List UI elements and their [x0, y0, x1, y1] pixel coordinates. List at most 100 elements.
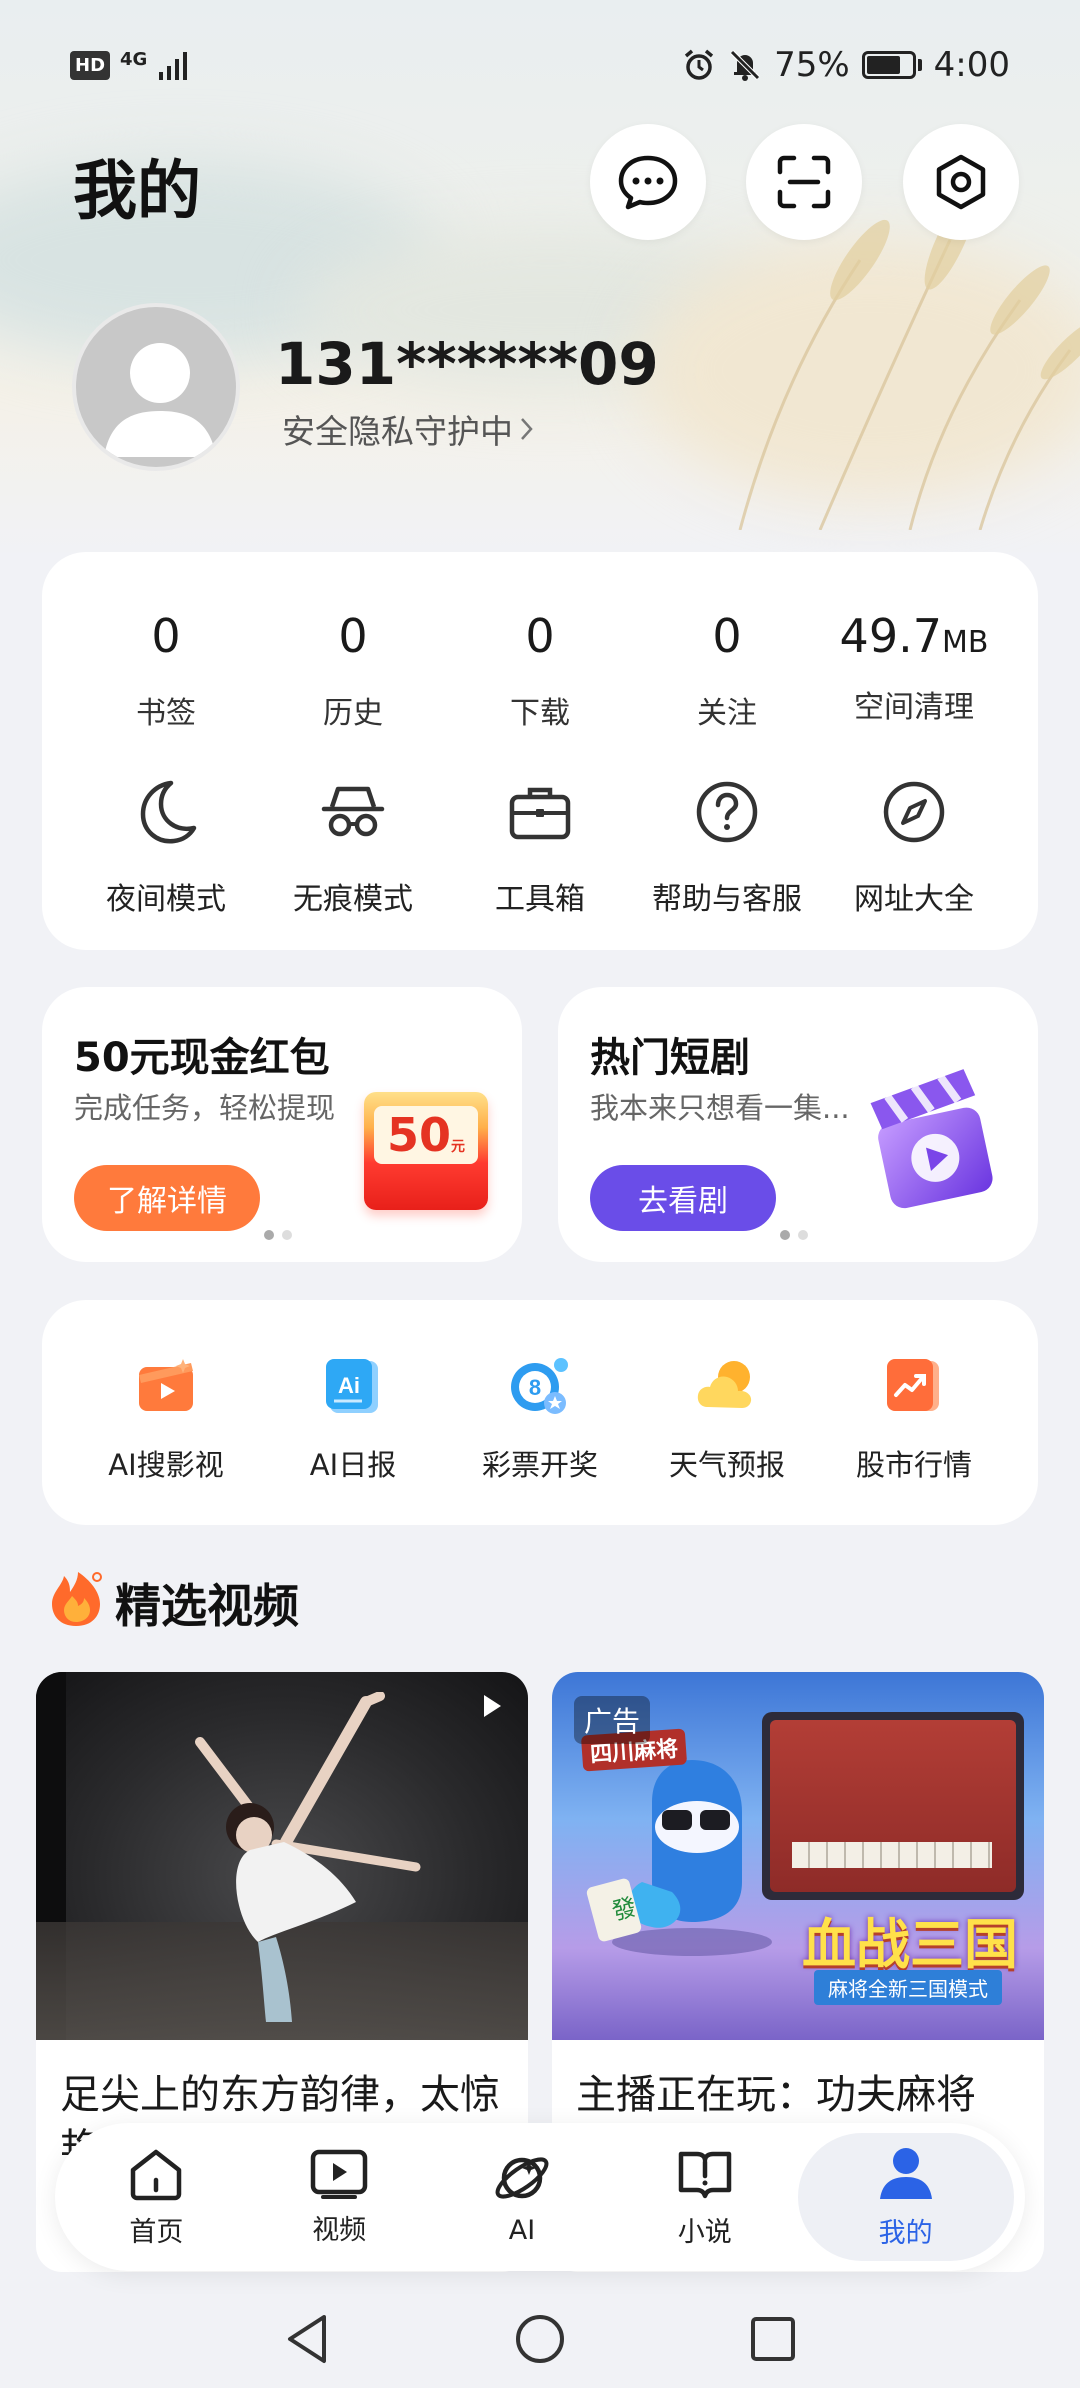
service-label: 天气预报: [668, 1448, 785, 1482]
game-subtitle: 麻将全新三国模式: [814, 1970, 1002, 2005]
stat-bookmarks[interactable]: 0 书签: [76, 604, 256, 732]
learn-more-button[interactable]: 了解详情: [74, 1165, 260, 1231]
lottery-icon: 8: [511, 1358, 568, 1414]
promo-cash-red-packet[interactable]: 50元现金红包 完成任务，轻松提现 了解详情 50 元: [42, 987, 522, 1262]
stat-label: 历史: [323, 696, 383, 731]
compass-icon: [883, 781, 945, 843]
clock: 4:00: [933, 45, 1010, 85]
promo-title: 热门短剧: [590, 1035, 750, 1081]
service-ai-daily[interactable]: Ai AI日报: [258, 1352, 448, 1484]
battery-icon: [861, 51, 922, 79]
system-nav-bar: [0, 2290, 1080, 2388]
stat-downloads[interactable]: 0 下载: [450, 604, 630, 732]
ai-planet-icon: [495, 2156, 549, 2199]
stat-value: 0: [151, 609, 181, 663]
nav-profile[interactable]: 我的: [797, 2133, 1014, 2261]
messages-button[interactable]: [590, 124, 706, 240]
nav-label: 首页: [129, 2216, 184, 2248]
tool-label: 帮助与客服: [652, 882, 802, 917]
tool-label: 网址大全: [854, 882, 974, 917]
stat-label: 关注: [697, 696, 757, 731]
recents-icon[interactable]: [748, 2314, 798, 2364]
battery-percent: 75%: [774, 45, 850, 85]
incognito-icon: [321, 786, 385, 837]
ad-badge: 广告: [574, 1696, 651, 1744]
profile-icon: [879, 2147, 932, 2199]
video-thumbnail: [36, 1672, 528, 2040]
stat-unit: MB: [941, 625, 989, 660]
moon-icon: [140, 780, 197, 844]
toolbox-icon: [509, 787, 571, 840]
scan-icon: [777, 155, 831, 209]
promo-subtitle: 我本来只想看一集...: [590, 1091, 850, 1125]
tool-night-mode[interactable]: 夜间模式: [71, 772, 261, 918]
ai-daily-icon: Ai: [326, 1359, 378, 1413]
promo-short-drama[interactable]: 热门短剧 我本来只想看一集... 去看剧: [558, 987, 1038, 1262]
service-label: AI日报: [309, 1448, 397, 1482]
red-packet-illustration: 50 元: [364, 1092, 488, 1210]
service-ai-video-search[interactable]: AI搜影视: [71, 1352, 261, 1484]
nav-label: AI: [508, 2214, 536, 2246]
services-card: AI搜影视 Ai AI日报 8 彩票开奖 天气预报 股市行情: [42, 1300, 1038, 1525]
video-icon: [310, 2149, 368, 2199]
stat-value: 0: [525, 609, 555, 663]
fire-icon: [52, 1572, 102, 1626]
tool-label: 无痕模式: [293, 882, 413, 917]
svg-text:8: 8: [529, 1375, 541, 1400]
play-icon: [484, 1695, 501, 1717]
help-icon: [696, 781, 758, 843]
stat-following[interactable]: 0 关注: [637, 604, 817, 732]
nav-label: 视频: [312, 2214, 367, 2246]
book-icon: [678, 2151, 732, 2198]
nav-video[interactable]: 视频: [249, 2133, 429, 2261]
stat-value: 0: [338, 609, 368, 663]
service-weather[interactable]: 天气预报: [632, 1352, 822, 1484]
section-title: 精选视频: [115, 1579, 299, 1633]
stat-history[interactable]: 0 历史: [263, 604, 443, 732]
back-icon[interactable]: [282, 2311, 332, 2367]
promo-subtitle: 完成任务，轻松提现: [74, 1091, 336, 1125]
nav-label: 我的: [878, 2217, 933, 2249]
stat-label: 空间清理: [854, 690, 974, 725]
home-icon: [131, 2149, 182, 2200]
tool-label: 工具箱: [495, 882, 585, 917]
scan-button[interactable]: [746, 124, 862, 240]
stat-storage-clean[interactable]: 49.7MB 空间清理: [824, 604, 1004, 726]
status-bar: HD 4G 75% 4:00: [0, 0, 1080, 130]
privacy-text: 安全隐私守护中: [282, 412, 513, 451]
watch-drama-button[interactable]: 去看剧: [590, 1165, 776, 1231]
default-avatar-icon: [104, 343, 216, 457]
bottom-nav: 首页 视频 AI 小说 我的: [55, 2123, 1025, 2271]
red-packet-unit: 元: [451, 1139, 465, 1155]
nav-label: 小说: [677, 2216, 732, 2248]
hd-badge: HD: [70, 50, 111, 80]
service-lottery[interactable]: 8 彩票开奖: [445, 1352, 635, 1484]
tool-help[interactable]: 帮助与客服: [632, 772, 822, 918]
video-thumbnail: 發 四川麻将 血战三国 麻将全新三国模式 广告: [552, 1672, 1044, 2040]
nav-novel[interactable]: 小说: [615, 2133, 795, 2261]
privacy-link[interactable]: 安全隐私守护中: [282, 405, 535, 453]
tool-url-directory[interactable]: 网址大全: [819, 772, 1009, 918]
tool-incognito[interactable]: 无痕模式: [258, 772, 448, 918]
tool-label: 夜间模式: [106, 882, 226, 917]
username[interactable]: 131******09: [275, 330, 659, 398]
service-stock-market[interactable]: 股市行情: [819, 1352, 1009, 1484]
promo-title: 50元现金红包: [74, 1035, 330, 1081]
carousel-dots: [264, 1230, 292, 1240]
stock-icon: [887, 1359, 939, 1411]
stats-card: 0 书签 0 历史 0 下载 0 关注 49.7MB 空间清理 夜间模式 无痕模…: [42, 552, 1038, 950]
ai-video-icon: [139, 1359, 193, 1411]
stat-value: 49.7: [839, 609, 942, 663]
video-title: 主播正在玩：功夫麻将: [576, 2072, 976, 2118]
tool-toolbox[interactable]: 工具箱: [445, 772, 635, 918]
home-circle-icon[interactable]: [512, 2311, 568, 2367]
network-label: 4G: [120, 48, 148, 70]
service-label: 股市行情: [855, 1448, 972, 1482]
service-label: 彩票开奖: [481, 1448, 598, 1482]
game-title: 血战三国: [802, 1913, 1018, 1976]
nav-home[interactable]: 首页: [66, 2133, 246, 2261]
settings-button[interactable]: [903, 124, 1019, 240]
avatar[interactable]: [72, 303, 240, 471]
stat-value: 0: [712, 609, 742, 663]
nav-ai[interactable]: AI: [432, 2133, 612, 2261]
